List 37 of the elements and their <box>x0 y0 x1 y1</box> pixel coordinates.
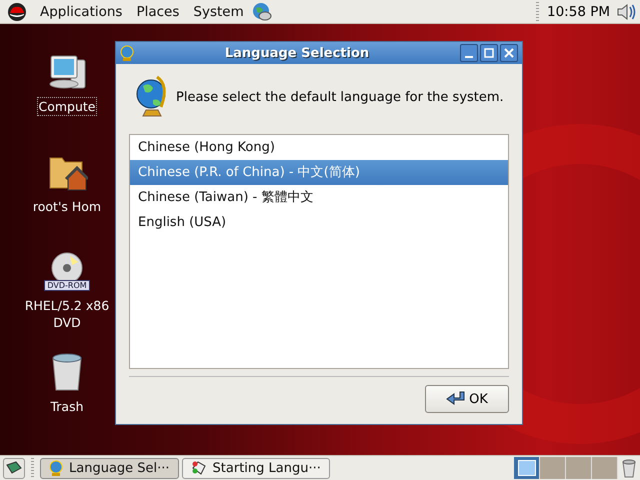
window-title: Language Selection <box>224 46 370 60</box>
panel-menu[interactable]: Applications <box>33 4 130 20</box>
show-desktop-button[interactable] <box>3 458 25 478</box>
prompt-text: Please select the default language for the system. <box>176 90 504 104</box>
panel-menu[interactable]: System <box>186 4 251 20</box>
minimize-button[interactable] <box>460 44 478 62</box>
minimize-icon <box>465 56 473 58</box>
desktop-icon-label[interactable]: Trash <box>50 398 84 415</box>
taskbar-button[interactable]: Starting Langu··· <box>182 458 330 478</box>
language-option[interactable]: Chinese (P.R. of China) - 中文(简体) <box>130 160 508 185</box>
trash-can-icon[interactable] <box>50 352 84 392</box>
ok-button[interactable]: OK <box>425 385 509 413</box>
panel-menu[interactable]: Places <box>129 4 186 20</box>
close-button[interactable] <box>500 44 518 62</box>
language-option[interactable]: English (USA) <box>130 210 508 235</box>
maximize-icon <box>484 48 494 58</box>
taskbar-button[interactable]: Language Sel··· <box>40 458 179 478</box>
close-icon <box>504 48 514 58</box>
clock[interactable]: 10:58 PM <box>547 4 610 20</box>
language-option[interactable]: Chinese (Taiwan) - 繁體中文 <box>130 185 508 210</box>
workspace-tile[interactable] <box>540 457 566 479</box>
launch-icon <box>190 460 207 476</box>
workspace-tile[interactable] <box>514 457 540 479</box>
desktop-icon-label[interactable]: Compute <box>38 98 96 115</box>
workspace-tile[interactable] <box>592 457 618 479</box>
return-arrow-icon <box>446 390 466 408</box>
speaker-icon[interactable] <box>616 2 636 20</box>
maximize-button[interactable] <box>480 44 498 62</box>
desktop-icon-label[interactable]: RHEL/5.2 x86 DVD <box>24 297 110 331</box>
dvd-rom-label: DVD-ROM <box>44 280 90 291</box>
desktop-icon-label[interactable]: root's Hom <box>32 198 102 215</box>
globe-icon <box>120 45 134 61</box>
workspace-tile[interactable] <box>566 457 592 479</box>
language-option[interactable]: Chinese (Hong Kong) <box>130 135 508 160</box>
globe-icon <box>49 460 63 476</box>
hat-logo-icon[interactable] <box>7 2 27 22</box>
network-globe-icon[interactable] <box>250 2 273 22</box>
